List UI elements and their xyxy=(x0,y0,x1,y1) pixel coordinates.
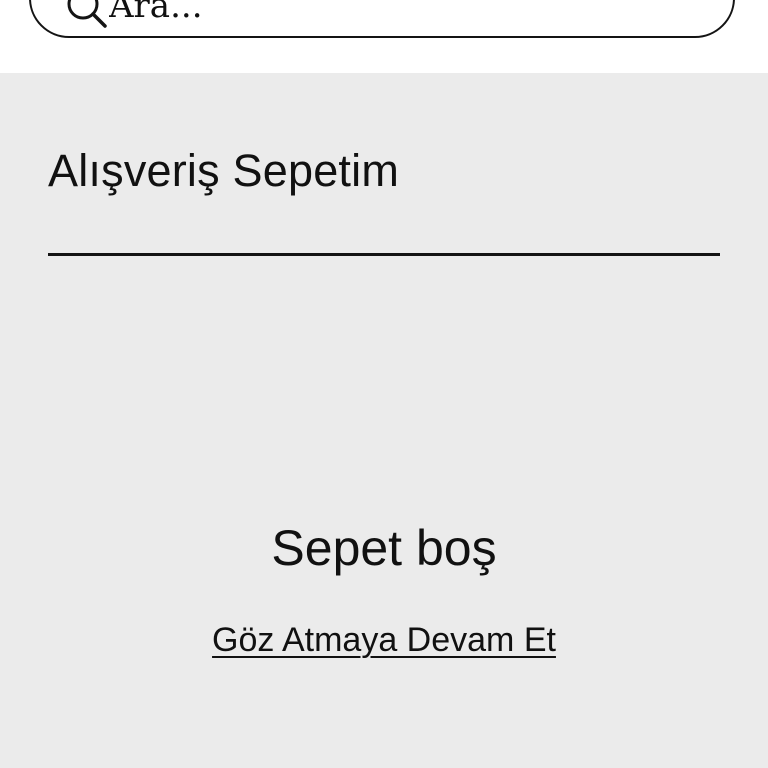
search-box[interactable] xyxy=(29,0,735,38)
search-bar xyxy=(0,0,768,73)
cart-panel: Alışveriş Sepetim Sepet boş Göz Atmaya D… xyxy=(0,73,768,768)
cart-divider xyxy=(48,253,720,256)
continue-link-wrapper: Göz Atmaya Devam Et xyxy=(0,620,768,660)
empty-cart-message: Sepet boş xyxy=(271,520,497,576)
search-input[interactable] xyxy=(109,0,669,26)
continue-shopping-link[interactable]: Göz Atmaya Devam Et xyxy=(212,621,556,659)
cart-title: Alışveriş Sepetim xyxy=(48,145,400,196)
